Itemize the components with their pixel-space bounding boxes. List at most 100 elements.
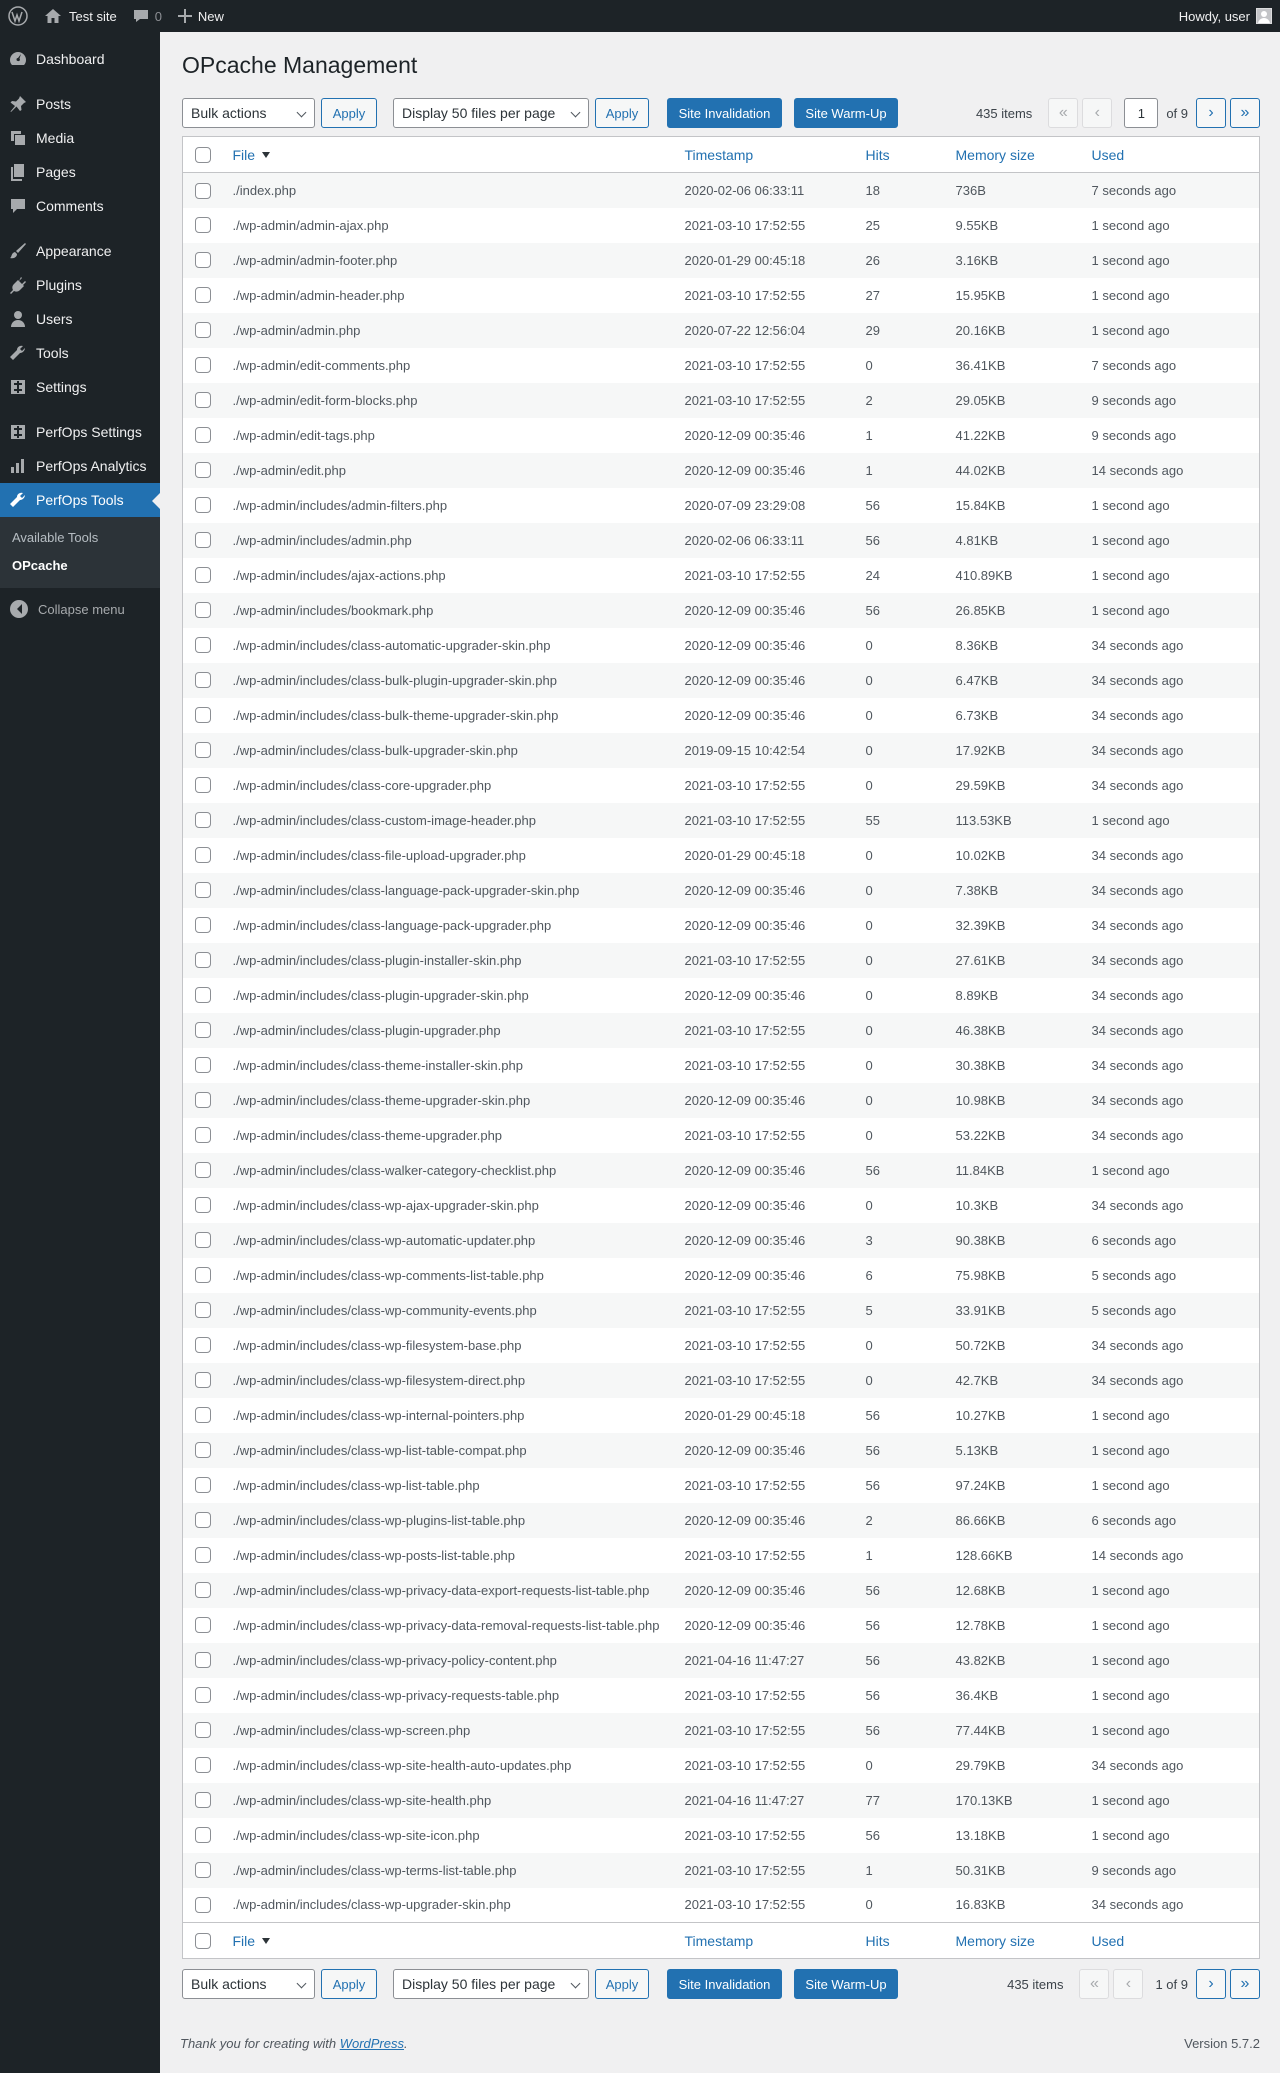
row-checkbox[interactable] [195, 1897, 211, 1914]
row-checkbox[interactable] [195, 1127, 211, 1144]
row-checkbox[interactable] [195, 1442, 211, 1459]
site-warmup-button-bottom[interactable]: Site Warm-Up [794, 1969, 898, 1999]
column-timestamp-footer[interactable]: Timestamp [685, 1933, 754, 1949]
row-checkbox[interactable] [195, 917, 211, 934]
menu-tools[interactable]: Tools [0, 336, 160, 370]
row-checkbox[interactable] [195, 1862, 211, 1879]
menu-perfops-analytics[interactable]: PerfOps Analytics [0, 449, 160, 483]
comments-link[interactable]: 0 [125, 0, 170, 32]
row-checkbox[interactable] [195, 1022, 211, 1039]
per-page-select[interactable]: Display 50 files per page [393, 98, 589, 128]
column-memory-footer[interactable]: Memory size [956, 1933, 1035, 1949]
site-invalidation-button[interactable]: Site Invalidation [667, 98, 782, 128]
row-checkbox[interactable] [195, 1582, 211, 1599]
menu-appearance[interactable]: Appearance [0, 234, 160, 268]
column-memory[interactable]: Memory size [956, 147, 1035, 163]
row-checkbox[interactable] [195, 987, 211, 1004]
next-page-button[interactable]: › [1196, 98, 1226, 128]
submenu-available-tools[interactable]: Available Tools [0, 524, 160, 552]
row-checkbox[interactable] [195, 217, 211, 234]
bulk-apply-button[interactable]: Apply [321, 98, 377, 128]
my-account-link[interactable]: Howdy, user [1171, 0, 1280, 32]
row-checkbox[interactable] [195, 1687, 211, 1704]
collapse-menu-button[interactable]: Collapse menu [0, 592, 160, 626]
row-checkbox[interactable] [195, 1547, 211, 1564]
row-checkbox[interactable] [195, 952, 211, 969]
column-timestamp[interactable]: Timestamp [685, 147, 754, 163]
menu-users[interactable]: Users [0, 302, 160, 336]
row-checkbox[interactable] [195, 462, 211, 479]
row-checkbox[interactable] [195, 602, 211, 619]
wordpress-logo-icon[interactable] [0, 0, 36, 32]
column-hits[interactable]: Hits [866, 147, 890, 163]
row-checkbox[interactable] [195, 777, 211, 794]
row-checkbox[interactable] [195, 1372, 211, 1389]
bulk-actions-select-bottom[interactable]: Bulk actions [182, 1969, 315, 1999]
row-checkbox[interactable] [195, 672, 211, 689]
row-checkbox[interactable] [195, 1477, 211, 1494]
last-page-button[interactable]: » [1230, 98, 1260, 128]
row-checkbox[interactable] [195, 567, 211, 584]
row-checkbox[interactable] [195, 1792, 211, 1809]
menu-posts[interactable]: Posts [0, 87, 160, 121]
column-used-footer[interactable]: Used [1092, 1933, 1125, 1949]
menu-dashboard[interactable]: Dashboard [0, 42, 160, 76]
menu-media[interactable]: Media [0, 121, 160, 155]
next-page-button-bottom[interactable]: › [1196, 1969, 1226, 1999]
row-checkbox[interactable] [195, 882, 211, 899]
bulk-actions-select[interactable]: Bulk actions [182, 98, 315, 128]
row-checkbox[interactable] [195, 1757, 211, 1774]
per-page-apply-button-bottom[interactable]: Apply [595, 1969, 649, 1999]
row-checkbox[interactable] [195, 1652, 211, 1669]
row-checkbox[interactable] [195, 1337, 211, 1354]
row-checkbox[interactable] [195, 1232, 211, 1249]
last-page-button-bottom[interactable]: » [1230, 1969, 1260, 1999]
column-hits-footer[interactable]: Hits [866, 1933, 890, 1949]
row-checkbox[interactable] [195, 637, 211, 654]
row-checkbox[interactable] [195, 427, 211, 444]
row-checkbox[interactable] [195, 182, 211, 199]
row-checkbox[interactable] [195, 707, 211, 724]
menu-settings[interactable]: Settings [0, 370, 160, 404]
menu-perfops-tools[interactable]: PerfOps Tools [0, 483, 160, 517]
row-checkbox[interactable] [195, 532, 211, 549]
row-checkbox[interactable] [195, 1617, 211, 1634]
wordpress-link[interactable]: WordPress [340, 2036, 404, 2051]
site-name-link[interactable]: Test site [36, 0, 125, 32]
row-checkbox[interactable] [195, 392, 211, 409]
current-page-input[interactable]: 1 [1124, 98, 1159, 128]
select-all-checkbox-footer[interactable] [195, 1933, 211, 1950]
row-checkbox[interactable] [195, 1162, 211, 1179]
column-file[interactable]: File [233, 147, 271, 163]
submenu-opcache[interactable]: OPcache [0, 552, 160, 580]
row-checkbox[interactable] [195, 742, 211, 759]
row-checkbox[interactable] [195, 252, 211, 269]
bulk-apply-button-bottom[interactable]: Apply [321, 1969, 377, 1999]
row-checkbox[interactable] [195, 287, 211, 304]
row-checkbox[interactable] [195, 1722, 211, 1739]
row-checkbox[interactable] [195, 357, 211, 374]
menu-comments[interactable]: Comments [0, 189, 160, 223]
row-checkbox[interactable] [195, 812, 211, 829]
site-invalidation-button-bottom[interactable]: Site Invalidation [667, 1969, 782, 1999]
menu-pages[interactable]: Pages [0, 155, 160, 189]
per-page-select-bottom[interactable]: Display 50 files per page [393, 1969, 589, 1999]
per-page-apply-button[interactable]: Apply [595, 98, 649, 128]
site-warmup-button[interactable]: Site Warm-Up [794, 98, 898, 128]
column-file-footer[interactable]: File [233, 1933, 271, 1949]
column-used[interactable]: Used [1092, 147, 1125, 163]
menu-plugins[interactable]: Plugins [0, 268, 160, 302]
row-checkbox[interactable] [195, 847, 211, 864]
new-content-link[interactable]: New [170, 0, 232, 32]
row-checkbox[interactable] [195, 1267, 211, 1284]
row-checkbox[interactable] [195, 322, 211, 339]
row-checkbox[interactable] [195, 1512, 211, 1529]
row-checkbox[interactable] [195, 1827, 211, 1844]
row-checkbox[interactable] [195, 1057, 211, 1074]
row-checkbox[interactable] [195, 1302, 211, 1319]
row-checkbox[interactable] [195, 1197, 211, 1214]
row-checkbox[interactable] [195, 1407, 211, 1424]
row-checkbox[interactable] [195, 1092, 211, 1109]
menu-perfops-settings[interactable]: PerfOps Settings [0, 415, 160, 449]
row-checkbox[interactable] [195, 497, 211, 514]
